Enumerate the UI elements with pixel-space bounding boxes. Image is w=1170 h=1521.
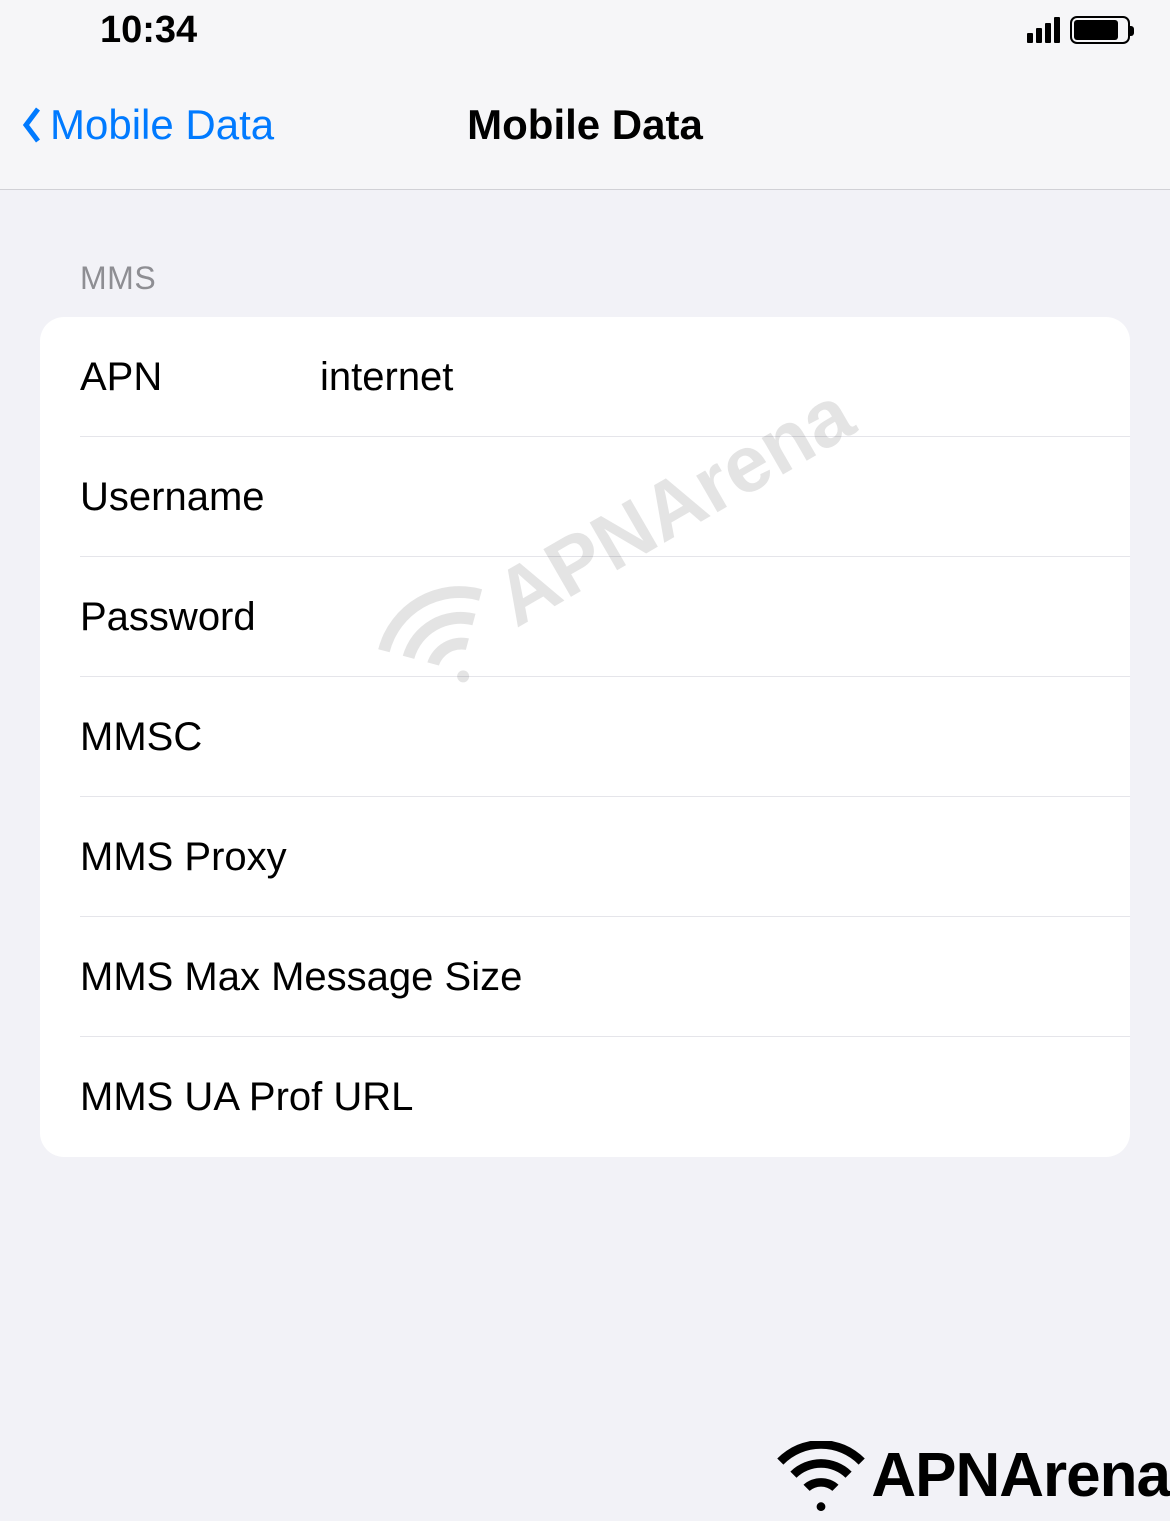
watermark-text: APNArena bbox=[871, 1440, 1170, 1511]
setting-row-mms-max-size[interactable]: MMS Max Message Size bbox=[40, 917, 1130, 1037]
status-bar: 10:34 bbox=[0, 0, 1170, 60]
content-area: MMS APN internet Username Password MMSC … bbox=[0, 190, 1170, 1157]
field-label-mms-proxy: MMS Proxy bbox=[80, 835, 1090, 880]
setting-row-username[interactable]: Username bbox=[40, 437, 1130, 557]
field-label-mms-max-size: MMS Max Message Size bbox=[80, 955, 1090, 1000]
setting-row-password[interactable]: Password bbox=[40, 557, 1130, 677]
chevron-left-icon bbox=[20, 105, 44, 145]
field-label-apn: APN bbox=[80, 355, 320, 400]
battery-icon bbox=[1070, 16, 1130, 44]
setting-row-mms-ua-prof[interactable]: MMS UA Prof URL bbox=[40, 1037, 1130, 1157]
field-label-password: Password bbox=[80, 595, 320, 640]
field-value-apn[interactable]: internet bbox=[320, 355, 1090, 400]
status-time: 10:34 bbox=[100, 9, 197, 52]
navigation-bar: Mobile Data Mobile Data bbox=[0, 60, 1170, 190]
watermark-bottom: APNArena bbox=[776, 1440, 1170, 1511]
back-button-label: Mobile Data bbox=[50, 101, 274, 149]
status-indicators bbox=[1027, 16, 1130, 44]
setting-row-apn[interactable]: APN internet bbox=[40, 317, 1130, 437]
cellular-signal-icon bbox=[1027, 17, 1060, 43]
setting-row-mmsc[interactable]: MMSC bbox=[40, 677, 1130, 797]
settings-group-mms: APN internet Username Password MMSC MMS … bbox=[40, 317, 1130, 1157]
wifi-icon bbox=[776, 1441, 866, 1511]
section-header-mms: MMS bbox=[80, 260, 1130, 297]
field-label-mmsc: MMSC bbox=[80, 715, 320, 760]
field-label-username: Username bbox=[80, 475, 320, 520]
field-label-mms-ua-prof: MMS UA Prof URL bbox=[80, 1075, 1090, 1120]
back-button[interactable]: Mobile Data bbox=[20, 101, 274, 149]
setting-row-mms-proxy[interactable]: MMS Proxy bbox=[40, 797, 1130, 917]
